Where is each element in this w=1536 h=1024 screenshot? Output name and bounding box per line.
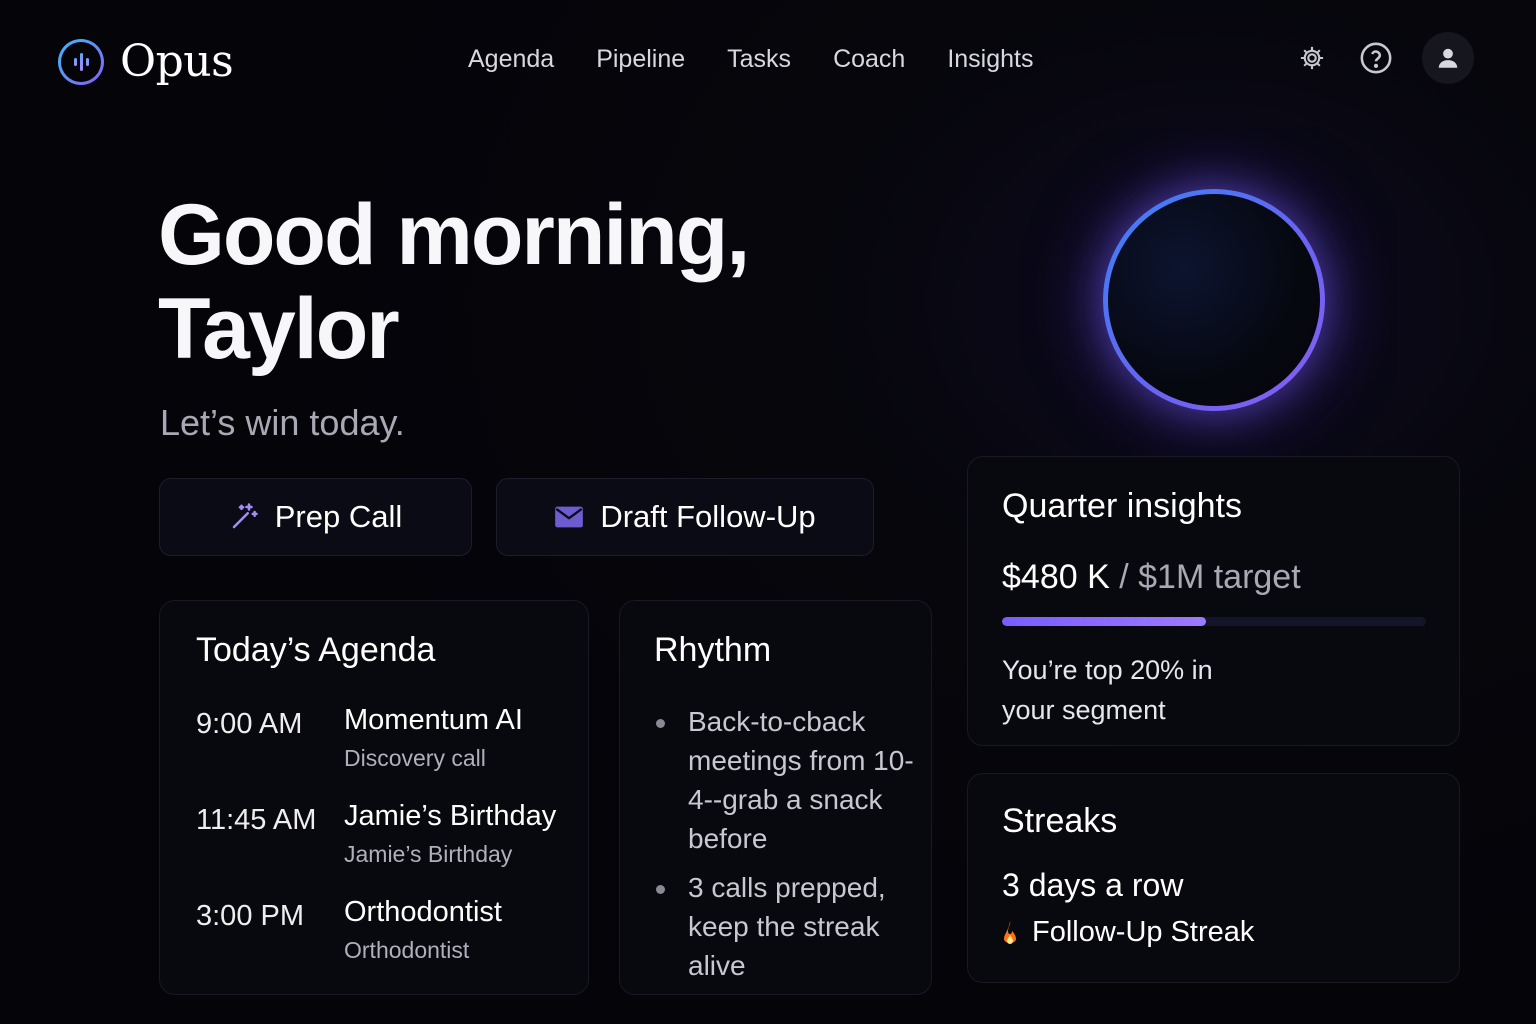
nav-insights[interactable]: Insights <box>947 42 1033 76</box>
agenda-title: Today’s Agenda <box>196 631 436 669</box>
nav-pipeline[interactable]: Pipeline <box>596 42 685 76</box>
settings-button[interactable] <box>1294 40 1330 76</box>
streak-name: Follow-Up Streak <box>1032 916 1255 948</box>
agenda-item-title: Momentum AI <box>344 704 523 736</box>
prep-call-label: Prep Call <box>274 499 403 534</box>
rhythm-title: Rhythm <box>654 631 772 669</box>
greeting-subtitle: Let’s win today. <box>160 402 405 443</box>
app-window: Opus Agenda Pipeline Tasks Coach Insight… <box>0 0 1536 1024</box>
streaks-title: Streaks <box>1002 802 1118 840</box>
rhythm-list: Back-to-cback meetings from 10-4--grab a… <box>654 702 931 985</box>
streak-days: 3 days a row <box>1002 867 1184 903</box>
help-icon <box>1360 42 1392 74</box>
revenue-amount: $480 K <box>1002 558 1110 596</box>
agenda-card: Today’s Agenda 9:00 AM Momentum AI Disco… <box>159 600 589 995</box>
app-name: Opus <box>120 36 234 87</box>
mail-icon <box>555 506 584 528</box>
app-logo[interactable]: Opus <box>58 36 234 87</box>
agenda-item[interactable]: 3:00 PM Orthodontist Orthodontist <box>196 896 588 964</box>
rhythm-item: 3 calls prepped, keep the streak alive <box>654 868 914 985</box>
agenda-item-title: Jamie’s Birthday <box>344 800 557 832</box>
revenue-summary: $480 K / $1M target <box>1002 558 1459 597</box>
help-button[interactable] <box>1358 40 1394 76</box>
flame-icon <box>1004 920 1016 944</box>
agenda-item-subtitle: Discovery call <box>344 745 486 771</box>
rhythm-card: Rhythm Back-to-cback meetings from 10-4-… <box>619 600 932 995</box>
rhythm-item: Back-to-cback meetings from 10-4--grab a… <box>654 702 914 858</box>
insights-note: You’re top 20% in your segment <box>1002 655 1213 725</box>
user-avatar-button[interactable] <box>1422 32 1474 84</box>
header-actions <box>1294 32 1474 84</box>
revenue-progress-bar <box>1002 617 1426 626</box>
streaks-card: Streaks 3 days a row Follow-Up Streak <box>967 773 1460 983</box>
agenda-time: 3:00 PM <box>196 900 304 932</box>
user-icon <box>1438 48 1458 68</box>
draft-follow-up-label: Draft Follow-Up <box>600 499 816 534</box>
agenda-item-subtitle: Jamie’s Birthday <box>344 841 513 867</box>
quarter-insights-card: Quarter insights $480 K / $1M target You… <box>967 456 1460 746</box>
agenda-item-subtitle: Orthodontist <box>344 937 470 963</box>
revenue-separator: / <box>1119 558 1129 596</box>
greeting-heading: Good morning, Taylor <box>158 188 878 376</box>
insights-title: Quarter insights <box>1002 487 1242 525</box>
revenue-target: $1M target <box>1138 558 1301 596</box>
streak-item[interactable]: Follow-Up Streak <box>1002 916 1459 949</box>
nav-tasks[interactable]: Tasks <box>727 42 791 76</box>
revenue-progress-fill <box>1002 617 1206 626</box>
assistant-orb[interactable] <box>1103 189 1325 411</box>
greeting-name: Taylor <box>158 281 400 377</box>
agenda-item-title: Orthodontist <box>344 896 502 928</box>
agenda-list: 9:00 AM Momentum AI Discovery call 11:45… <box>196 704 588 964</box>
main-nav: Agenda Pipeline Tasks Coach Insights <box>468 42 1034 76</box>
prep-call-button[interactable]: Prep Call <box>159 478 472 556</box>
nav-agenda[interactable]: Agenda <box>468 42 554 76</box>
opus-logo-icon <box>58 38 104 85</box>
greeting-line-1: Good morning, <box>158 187 750 283</box>
magic-wand-icon <box>232 503 258 529</box>
gear-icon <box>1300 46 1324 70</box>
agenda-item[interactable]: 9:00 AM Momentum AI Discovery call <box>196 704 588 772</box>
agenda-time: 11:45 AM <box>196 804 317 836</box>
draft-follow-up-button[interactable]: Draft Follow-Up <box>496 478 874 556</box>
agenda-item[interactable]: 11:45 AM Jamie’s Birthday Jamie’s Birthd… <box>196 800 588 868</box>
nav-coach[interactable]: Coach <box>833 42 905 76</box>
agenda-time: 9:00 AM <box>196 708 303 740</box>
